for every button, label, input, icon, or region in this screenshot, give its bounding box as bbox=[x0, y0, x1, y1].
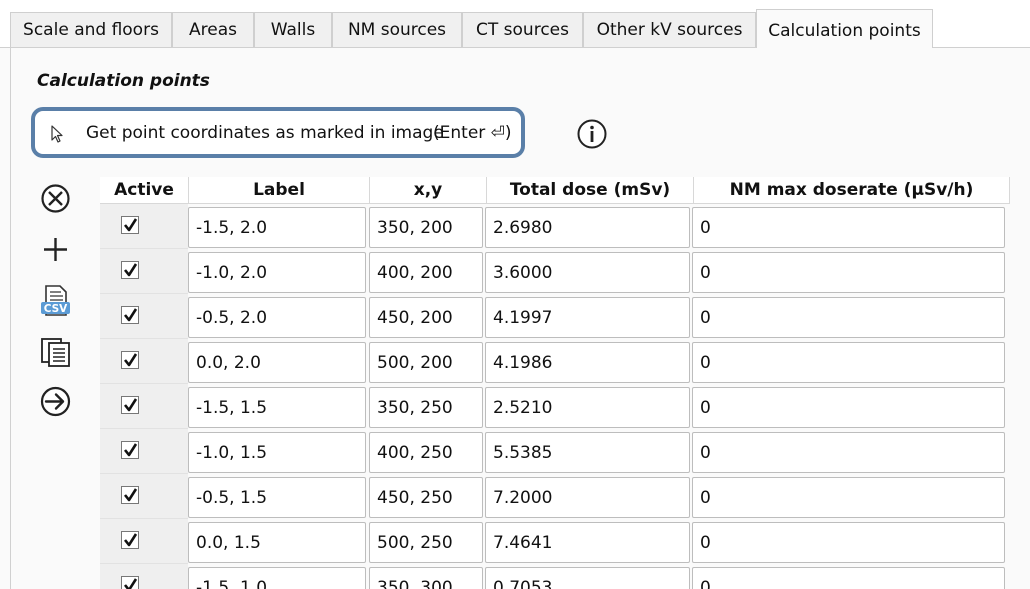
row-header-cell bbox=[100, 474, 188, 519]
xy-cell[interactable]: 350, 200 bbox=[369, 207, 483, 248]
tab-areas[interactable]: Areas bbox=[172, 12, 254, 47]
get-point-coordinates-button[interactable]: Get point coordinates as marked in image… bbox=[31, 107, 525, 158]
table-row[interactable]: 0.0, 2.0 500, 200 4.1986 0 bbox=[100, 339, 1010, 384]
column-header-xy[interactable]: x,y bbox=[370, 177, 487, 204]
table-row[interactable]: -1.0, 1.5 400, 250 5.5385 0 bbox=[100, 429, 1010, 474]
label-cell[interactable]: -1.5, 1.0 bbox=[188, 567, 366, 589]
calculation-points-table: Active Label x,y Total dose (mSv) NM max… bbox=[100, 177, 1010, 589]
total-dose-cell[interactable]: 4.1997 bbox=[485, 297, 690, 338]
total-dose-cell[interactable]: 5.5385 bbox=[485, 432, 690, 473]
nm-max-doserate-cell[interactable]: 0 bbox=[692, 387, 1005, 428]
active-checkbox[interactable] bbox=[121, 576, 139, 589]
tab-strip: Scale and floors Areas Walls NM sources … bbox=[0, 0, 1030, 48]
csv-export-icon[interactable]: CSV bbox=[37, 282, 74, 319]
active-checkbox[interactable] bbox=[121, 531, 139, 549]
active-checkbox[interactable] bbox=[121, 396, 139, 414]
table-row[interactable]: -1.0, 2.0 400, 200 3.6000 0 bbox=[100, 249, 1010, 294]
row-header-cell bbox=[100, 564, 188, 589]
total-dose-cell[interactable]: 2.5210 bbox=[485, 387, 690, 428]
table-row[interactable]: -1.5, 1.5 350, 250 2.5210 0 bbox=[100, 384, 1010, 429]
svg-text:CSV: CSV bbox=[44, 303, 68, 315]
total-dose-cell[interactable]: 7.2000 bbox=[485, 477, 690, 518]
nm-max-doserate-cell[interactable]: 0 bbox=[692, 522, 1005, 563]
nm-max-doserate-cell[interactable]: 0 bbox=[692, 342, 1005, 383]
total-dose-cell[interactable]: 2.6980 bbox=[485, 207, 690, 248]
nm-max-doserate-cell[interactable]: 0 bbox=[692, 297, 1005, 338]
column-header-label[interactable]: Label bbox=[189, 177, 370, 204]
row-header-cell bbox=[100, 384, 188, 429]
table-row[interactable]: 0.0, 1.5 500, 250 7.4641 0 bbox=[100, 519, 1010, 564]
label-cell[interactable]: -0.5, 2.0 bbox=[188, 297, 366, 338]
table-row[interactable]: -0.5, 2.0 450, 200 4.1997 0 bbox=[100, 294, 1010, 339]
xy-cell[interactable]: 500, 250 bbox=[369, 522, 483, 563]
nm-max-doserate-cell[interactable]: 0 bbox=[692, 252, 1005, 293]
copy-icon[interactable] bbox=[37, 333, 74, 370]
arrow-right-circle-icon[interactable] bbox=[37, 383, 74, 420]
active-checkbox[interactable] bbox=[121, 486, 139, 504]
tab-ct-sources[interactable]: CT sources bbox=[462, 12, 583, 47]
enter-shortcut-hint: (Enter ⏎) bbox=[433, 123, 512, 143]
xy-cell[interactable]: 350, 300 bbox=[369, 567, 483, 589]
pointer-cursor-icon bbox=[51, 125, 63, 143]
column-header-total-dose[interactable]: Total dose (mSv) bbox=[487, 177, 694, 204]
label-cell[interactable]: 0.0, 2.0 bbox=[188, 342, 366, 383]
xy-cell[interactable]: 450, 200 bbox=[369, 297, 483, 338]
total-dose-cell[interactable]: 7.4641 bbox=[485, 522, 690, 563]
active-checkbox[interactable] bbox=[121, 216, 139, 234]
get-point-label: Get point coordinates as marked in image bbox=[86, 123, 444, 143]
row-header-cell bbox=[100, 339, 188, 384]
tab-walls[interactable]: Walls bbox=[254, 12, 332, 47]
xy-cell[interactable]: 450, 250 bbox=[369, 477, 483, 518]
row-header-cell bbox=[100, 249, 188, 294]
xy-cell[interactable]: 400, 250 bbox=[369, 432, 483, 473]
nm-max-doserate-cell[interactable]: 0 bbox=[692, 432, 1005, 473]
tab-scale-and-floors[interactable]: Scale and floors bbox=[10, 12, 172, 47]
total-dose-cell[interactable]: 3.6000 bbox=[485, 252, 690, 293]
table-row[interactable]: -0.5, 1.5 450, 250 7.2000 0 bbox=[100, 474, 1010, 519]
nm-max-doserate-cell[interactable]: 0 bbox=[692, 477, 1005, 518]
total-dose-cell[interactable]: 4.1986 bbox=[485, 342, 690, 383]
active-checkbox[interactable] bbox=[121, 351, 139, 369]
xy-cell[interactable]: 500, 200 bbox=[369, 342, 483, 383]
section-title: Calculation points bbox=[37, 71, 210, 91]
nm-max-doserate-cell[interactable]: 0 bbox=[692, 567, 1005, 589]
row-header-cell bbox=[100, 429, 188, 474]
row-header-cell bbox=[100, 294, 188, 339]
label-cell[interactable]: -0.5, 1.5 bbox=[188, 477, 366, 518]
nm-max-doserate-cell[interactable]: 0 bbox=[692, 207, 1005, 248]
label-cell[interactable]: -1.0, 1.5 bbox=[188, 432, 366, 473]
column-header-active[interactable]: Active bbox=[100, 177, 189, 204]
table-row[interactable]: -1.5, 2.0 350, 200 2.6980 0 bbox=[100, 204, 1010, 249]
row-header-cell bbox=[100, 204, 188, 249]
xy-cell[interactable]: 400, 200 bbox=[369, 252, 483, 293]
column-header-nm-max-doserate[interactable]: NM max doserate (µSv/h) bbox=[694, 177, 1010, 204]
row-header-cell bbox=[100, 519, 188, 564]
info-icon[interactable] bbox=[576, 118, 608, 150]
active-checkbox[interactable] bbox=[121, 306, 139, 324]
plus-icon[interactable] bbox=[37, 231, 74, 268]
table-row[interactable]: -1.5, 1.0 350, 300 0.7053 0 bbox=[100, 564, 1010, 589]
label-cell[interactable]: 0.0, 1.5 bbox=[188, 522, 366, 563]
active-checkbox[interactable] bbox=[121, 261, 139, 279]
label-cell[interactable]: -1.5, 2.0 bbox=[188, 207, 366, 248]
label-cell[interactable]: -1.0, 2.0 bbox=[188, 252, 366, 293]
xy-cell[interactable]: 350, 250 bbox=[369, 387, 483, 428]
tab-nm-sources[interactable]: NM sources bbox=[332, 12, 462, 47]
active-checkbox[interactable] bbox=[121, 441, 139, 459]
label-cell[interactable]: -1.5, 1.5 bbox=[188, 387, 366, 428]
total-dose-cell[interactable]: 0.7053 bbox=[485, 567, 690, 589]
remove-circle-icon[interactable] bbox=[37, 180, 74, 217]
tab-calculation-points[interactable]: Calculation points bbox=[756, 9, 933, 48]
tab-other-kv-sources[interactable]: Other kV sources bbox=[583, 12, 756, 47]
